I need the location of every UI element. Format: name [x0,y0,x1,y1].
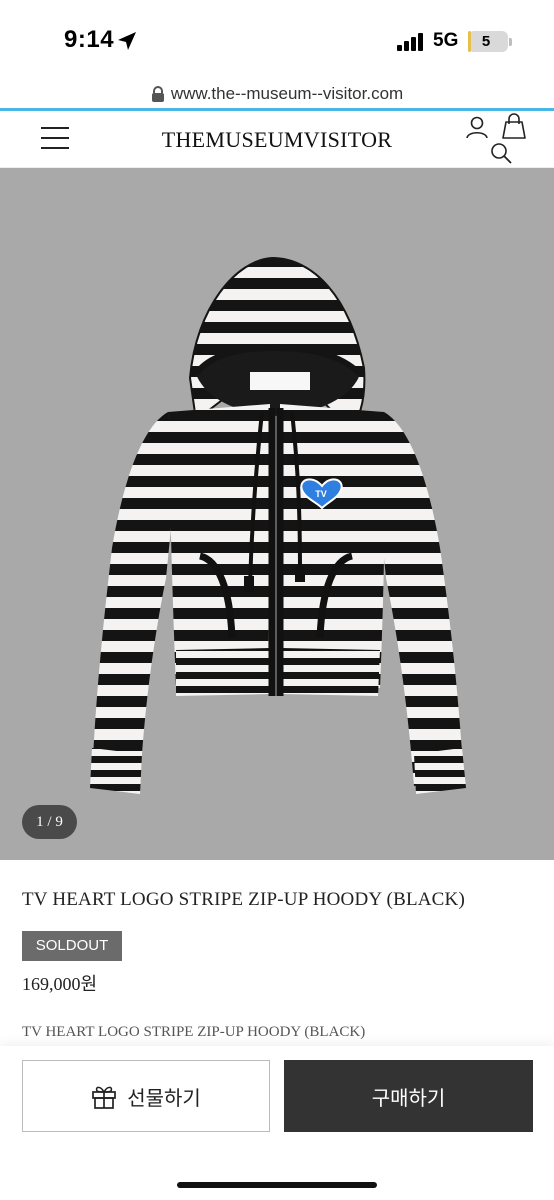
battery-percent: 5 [481,33,491,50]
search-icon[interactable] [490,142,512,164]
address-bar[interactable]: www.the--museum--visitor.com [0,80,554,108]
site-header: THEMUSEUMVISITOR [0,111,554,168]
action-bar: 선물하기 구매하기 [0,1046,554,1200]
status-time: 9:14 [64,26,115,53]
product-image[interactable]: TV 1 / 9 [0,168,554,860]
signal-icon [397,33,423,51]
network-type: 5G [433,30,459,51]
url-text: www.the--museum--visitor.com [170,84,404,103]
battery-cap [509,38,512,46]
product-price: 169,000원 [22,974,98,994]
gift-button-label: 선물하기 [127,1087,201,1110]
product-title: TV HEART LOGO STRIPE ZIP-UP HOODY (BLACK… [22,889,466,910]
buy-button[interactable]: 구매하기 [284,1060,533,1132]
buy-button-label: 구매하기 [371,1087,446,1110]
status-bar: 9:14 5G 5 [0,0,554,80]
lock-icon [151,86,164,102]
user-icon[interactable] [465,115,489,139]
gift-button[interactable]: 선물하기 [22,1060,270,1132]
image-counter: 1 / 9 [22,805,77,839]
heart-patch-text: TV [315,489,327,499]
battery-icon: 5 [468,31,508,52]
gift-icon [92,1086,117,1109]
bag-icon[interactable] [502,113,526,139]
home-indicator [177,1182,377,1188]
product-description-title: TV HEART LOGO STRIPE ZIP-UP HOODY (BLACK… [22,1024,366,1040]
location-arrow-icon [118,32,136,50]
soldout-badge: SOLDOUT [22,931,122,961]
hoody-photo: TV [90,256,466,794]
